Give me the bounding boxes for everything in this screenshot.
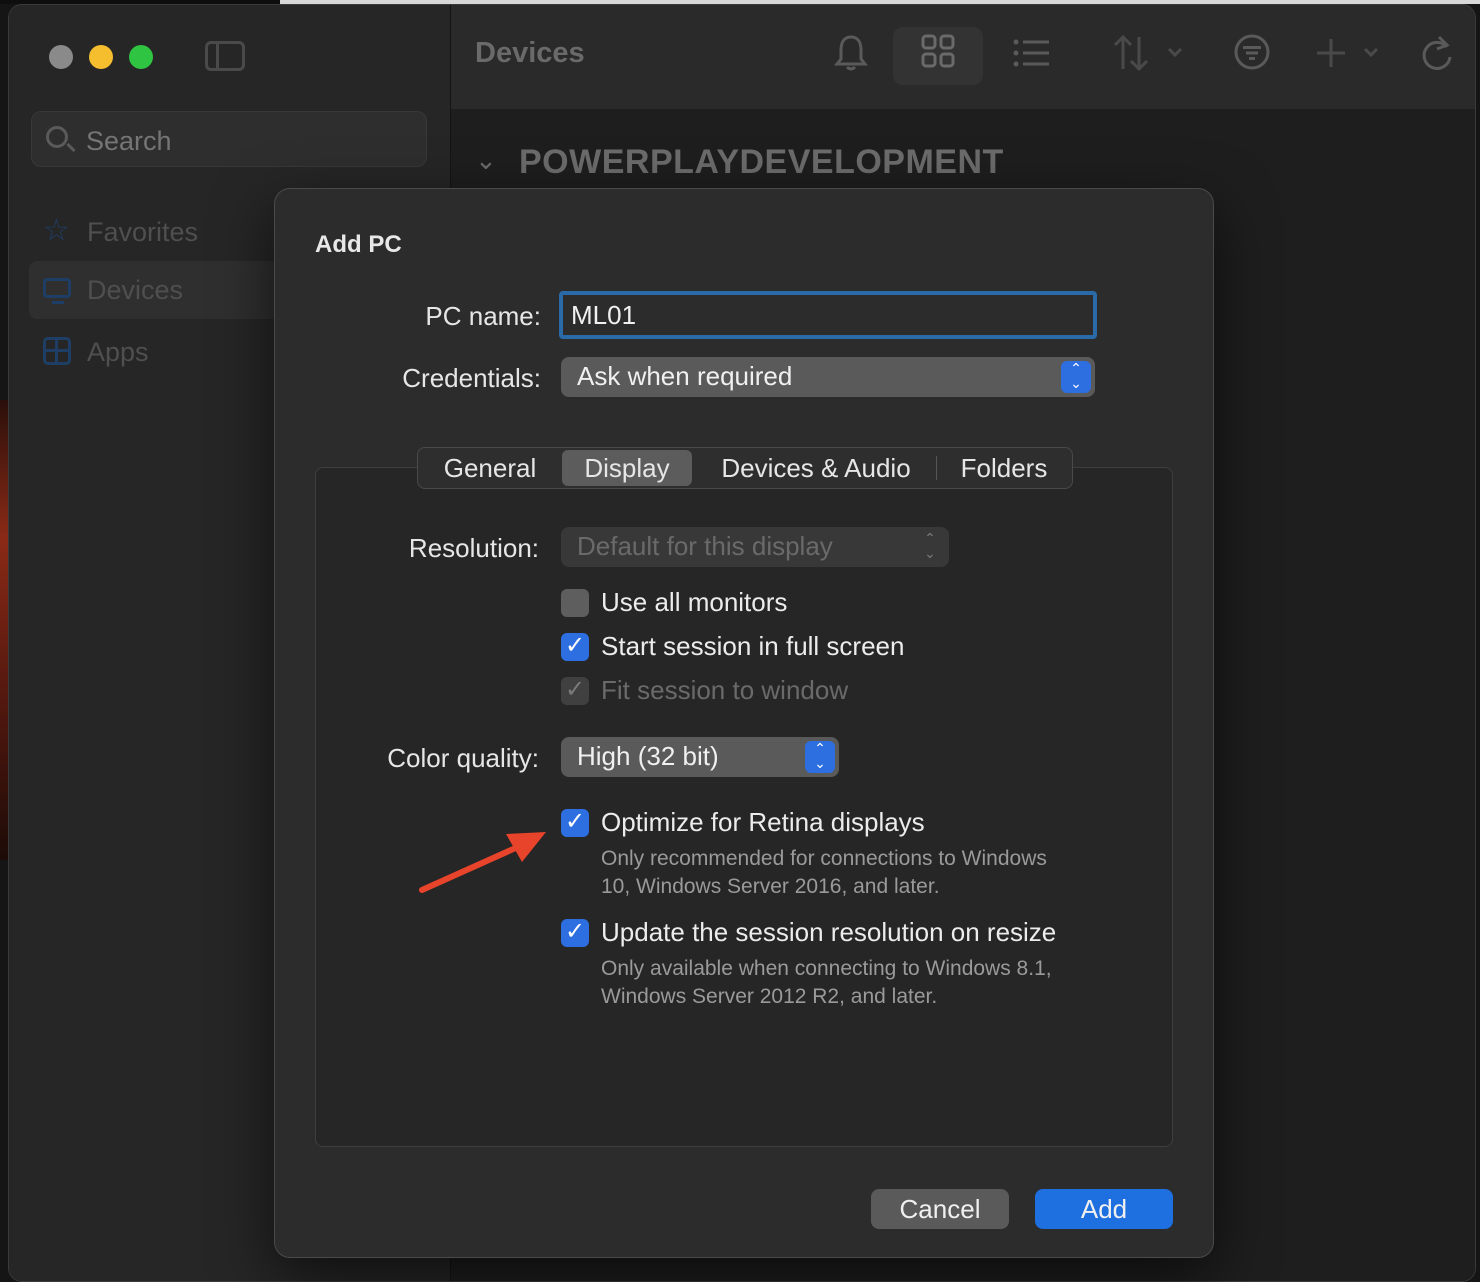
search-icon <box>46 126 68 148</box>
bell-icon[interactable] <box>829 33 873 81</box>
toolbar-title: Devices <box>475 37 585 69</box>
retina-checkbox[interactable]: ✓ <box>561 808 589 837</box>
chevron-updown-icon: ⌃ ⌄ <box>805 741 835 773</box>
minimize-window-button[interactable] <box>89 45 113 69</box>
sort-icon[interactable] <box>1111 33 1185 81</box>
checkmark-icon: ✓ <box>565 808 586 835</box>
group-header[interactable]: POWERPLAYDEVELOPMENT <box>519 143 1004 182</box>
use-all-monitors-label: Use all monitors <box>601 587 788 617</box>
list-view-icon[interactable] <box>1013 33 1051 81</box>
add-pc-dialog: Add PC PC name: Credentials: Ask when re… <box>274 188 1214 1258</box>
close-window-button[interactable] <box>49 45 73 69</box>
add-button[interactable]: Add <box>1035 1189 1173 1229</box>
tab-divider <box>936 456 937 480</box>
apps-icon <box>43 337 71 365</box>
search-input[interactable] <box>86 126 406 157</box>
refresh-icon[interactable] <box>1419 33 1455 81</box>
checkmark-icon: ✓ <box>565 918 586 945</box>
full-screen-checkbox[interactable]: ✓ <box>561 632 589 661</box>
color-quality-label: Color quality: <box>387 743 539 773</box>
star-icon: ☆ <box>43 214 70 247</box>
resolution-value: Default for this display <box>577 531 833 561</box>
sidebar-item-label: Devices <box>87 275 184 305</box>
annotation-arrow-icon <box>419 832 546 893</box>
credentials-value: Ask when required <box>577 361 793 391</box>
checkmark-icon: ✓ <box>565 632 586 659</box>
use-all-monitors-checkbox[interactable] <box>561 589 589 617</box>
tab-devices-audio[interactable]: Devices & Audio <box>698 450 934 486</box>
chevron-updown-icon: ⌃ ⌄ <box>924 530 936 561</box>
color-quality-select[interactable]: High (32 bit) ⌃ ⌄ <box>561 737 839 777</box>
tab-folders[interactable]: Folders <box>940 450 1068 486</box>
grid-view-icon <box>921 33 955 81</box>
add-icon[interactable] <box>1315 33 1381 81</box>
sidebar-toggle-icon[interactable] <box>205 41 245 71</box>
sidebar-item-label: Apps <box>87 337 149 367</box>
zoom-window-button[interactable] <box>129 45 153 69</box>
search-field[interactable] <box>31 111 427 167</box>
color-quality-value: High (32 bit) <box>577 741 719 771</box>
tab-general[interactable]: General <box>422 450 558 486</box>
resolution-label: Resolution: <box>408 533 539 563</box>
toolbar: Devices <box>451 5 1475 109</box>
chevron-down-icon[interactable]: ⌄ <box>475 145 497 176</box>
resize-label: Update the session resolution on resize <box>601 917 1057 947</box>
dialog-title: Add PC <box>315 231 402 258</box>
fit-window-label: Fit session to window <box>601 675 849 705</box>
resize-checkbox[interactable]: ✓ <box>561 918 589 947</box>
tab-display[interactable]: Display <box>562 450 692 486</box>
filter-icon[interactable] <box>1233 33 1271 81</box>
retina-hint-line1: Only recommended for connections to Wind… <box>601 847 1047 870</box>
credentials-label: Credentials: <box>402 363 541 393</box>
pc-name-field[interactable] <box>559 291 1097 339</box>
fit-window-checkbox: ✓ <box>561 676 589 705</box>
monitor-icon <box>43 278 71 304</box>
pc-name-label: PC name: <box>425 301 541 331</box>
resize-hint-line1: Only available when connecting to Window… <box>601 957 1052 980</box>
sidebar-item-label: Favorites <box>87 217 199 247</box>
checkmark-icon: ✓ <box>565 676 586 703</box>
full-screen-label: Start session in full screen <box>601 631 905 661</box>
resolution-select: Default for this display ⌃ ⌄ <box>561 527 949 567</box>
chevron-updown-icon: ⌃ ⌄ <box>1061 361 1091 393</box>
cancel-button[interactable]: Cancel <box>871 1189 1009 1229</box>
resize-hint-line2: Windows Server 2012 R2, and later. <box>601 985 938 1008</box>
retina-hint-line2: 10, Windows Server 2016, and later. <box>601 875 940 898</box>
retina-label: Optimize for Retina displays <box>601 807 925 837</box>
tab-bar: General Display Devices & Audio Folders <box>417 447 1073 489</box>
credentials-select[interactable]: Ask when required ⌃ ⌄ <box>561 357 1095 397</box>
